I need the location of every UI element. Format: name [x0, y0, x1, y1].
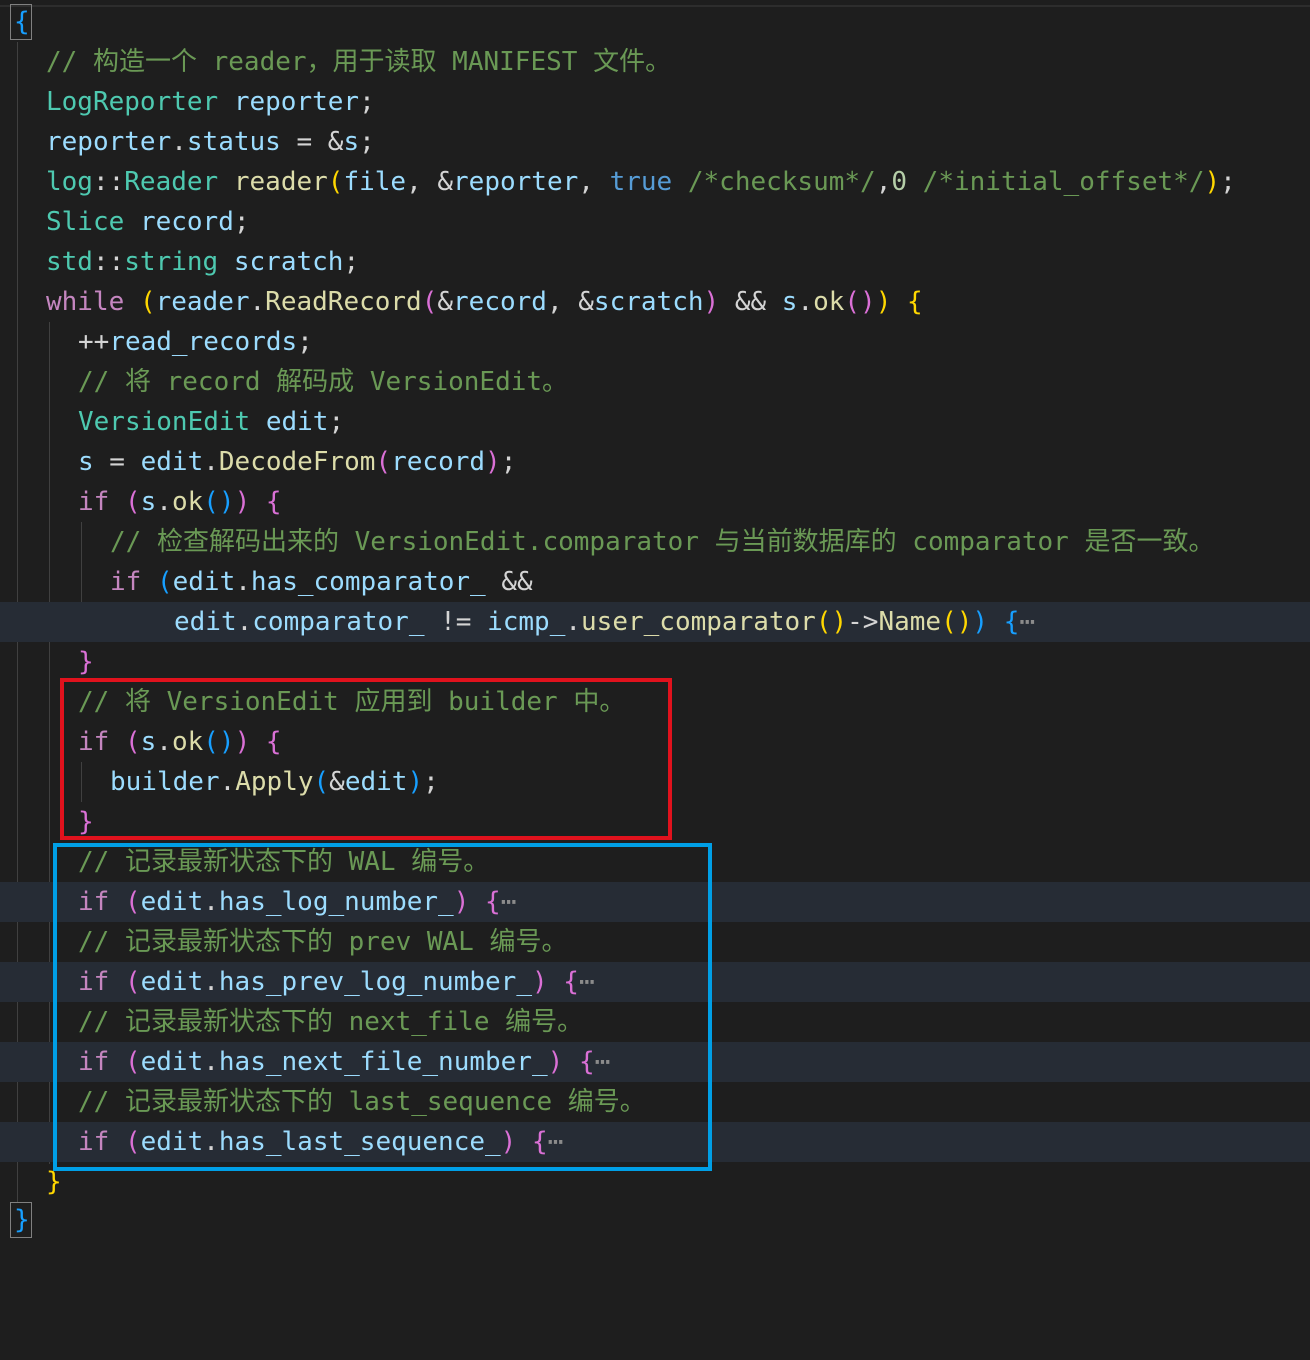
code-statement: if (s.ok()) { — [78, 487, 282, 517]
code-statement: ++read_records; — [78, 327, 313, 357]
open-brace: { — [14, 7, 30, 37]
code-line[interactable]: // 检查解码出来的 VersionEdit.comparator 与当前数据库… — [0, 522, 1310, 562]
code-statement: s = edit.DecodeFrom(record); — [78, 447, 517, 477]
code-editor[interactable]: { // 构造一个 reader，用于读取 MANIFEST 文件。 LogRe… — [0, 0, 1310, 1245]
code-line[interactable]: ++read_records; — [0, 322, 1310, 362]
code-statement: if (edit.has_comparator_ && — [110, 567, 533, 597]
code-statement: std::string scratch; — [46, 247, 360, 277]
code-statement: reporter.status = &s; — [46, 127, 375, 157]
code-line[interactable]: reporter.status = &s; — [0, 122, 1310, 162]
red-highlight-box — [60, 678, 672, 840]
code-statement: edit.comparator_ != icmp_.user_comparato… — [174, 607, 1036, 637]
code-line[interactable]: // 构造一个 reader，用于读取 MANIFEST 文件。 — [0, 42, 1310, 82]
close-brace: } — [14, 1205, 30, 1235]
code-line[interactable]: // 将 record 解码成 VersionEdit。 — [0, 362, 1310, 402]
code-statement: while (reader.ReadRecord(&record, &scrat… — [46, 287, 923, 317]
code-statement: log::Reader reader(file, &reporter, true… — [46, 167, 1236, 197]
code-line[interactable]: } — [0, 1200, 1310, 1240]
code-line[interactable]: VersionEdit edit; — [0, 402, 1310, 442]
code-statement: LogReporter reporter; — [46, 87, 375, 117]
code-line[interactable]: s = edit.DecodeFrom(record); — [0, 442, 1310, 482]
code-line[interactable]: Slice record; — [0, 202, 1310, 242]
fold-ellipsis-icon[interactable]: ⋯ — [1019, 607, 1035, 637]
code-line[interactable]: } — [0, 642, 1310, 682]
code-statement: Slice record; — [46, 207, 250, 237]
code-line[interactable]: LogReporter reporter; — [0, 82, 1310, 122]
code-line[interactable]: while (reader.ReadRecord(&record, &scrat… — [0, 282, 1310, 322]
code-statement: VersionEdit edit; — [78, 407, 345, 437]
blue-highlight-box — [53, 843, 712, 1171]
close-brace: } — [78, 647, 94, 677]
code-line[interactable]: log::Reader reader(file, &reporter, true… — [0, 162, 1310, 202]
code-line[interactable]: { — [0, 2, 1310, 42]
code-comment: // 构造一个 reader，用于读取 MANIFEST 文件。 — [46, 47, 672, 77]
code-comment: // 检查解码出来的 VersionEdit.comparator 与当前数据库… — [110, 527, 1215, 557]
code-line-folded[interactable]: edit.comparator_ != icmp_.user_comparato… — [0, 602, 1310, 642]
code-comment: // 将 record 解码成 VersionEdit。 — [78, 367, 569, 397]
code-line[interactable]: std::string scratch; — [0, 242, 1310, 282]
code-line[interactable]: if (edit.has_comparator_ && — [0, 562, 1310, 602]
code-line[interactable]: if (s.ok()) { — [0, 482, 1310, 522]
